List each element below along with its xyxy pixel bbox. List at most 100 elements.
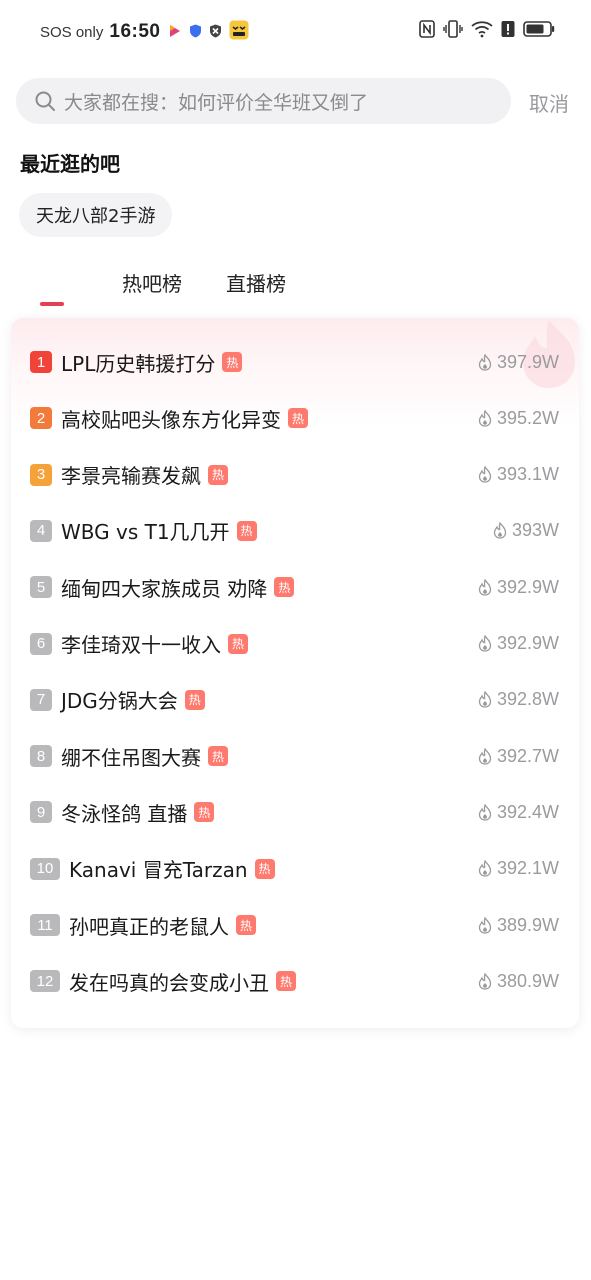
ranking-row[interactable]: 1 LPL历史韩援打分热 397.9W bbox=[11, 334, 579, 390]
blocked-shield-icon bbox=[209, 23, 222, 42]
heat-number: 393.1W bbox=[496, 464, 559, 485]
cancel-button[interactable]: 取消 bbox=[529, 88, 569, 117]
hot-badge: 热 bbox=[228, 633, 248, 654]
rank-title: LPL历史韩援打分 bbox=[61, 351, 216, 376]
rank-number-badge: 12 bbox=[30, 970, 60, 993]
ranking-row[interactable]: 5 缅甸四大家族成员 劝降热 392.9W bbox=[11, 559, 579, 615]
flame-icon bbox=[478, 691, 492, 708]
flame-icon bbox=[478, 353, 492, 371]
video-app-icon bbox=[168, 23, 182, 42]
hot-badge: 热 bbox=[222, 352, 243, 372]
heat-number: 395.2W bbox=[496, 407, 559, 428]
rank-number-badge: 1 bbox=[30, 351, 52, 373]
vibrate-icon bbox=[443, 20, 463, 42]
rank-title: 发在吗真的会变成小丑 bbox=[69, 970, 269, 995]
flame-icon bbox=[478, 409, 492, 427]
ranking-tabs: 热吧榜 直播榜 bbox=[0, 262, 591, 310]
heat-value: 392.8W bbox=[478, 689, 559, 710]
ranking-row[interactable]: 6 李佳琦双十一收入热 392.9W bbox=[11, 616, 579, 672]
rank-number-badge: 9 bbox=[30, 801, 52, 824]
heat-value: 392.4W bbox=[478, 802, 559, 823]
heat-number: 392.4W bbox=[496, 801, 559, 822]
ranking-row[interactable]: 7 JDG分锅大会热 392.8W bbox=[11, 672, 579, 728]
clock: 16:50 bbox=[109, 21, 161, 42]
hot-badge: 热 bbox=[276, 971, 296, 992]
heat-value: 389.9W bbox=[478, 915, 559, 936]
rank-title: 李景亮输赛发飙 bbox=[61, 464, 201, 489]
rank-number-badge: 5 bbox=[30, 576, 52, 599]
rank-title: 绷不住吊图大赛 bbox=[61, 745, 201, 770]
heat-number: 392.1W bbox=[496, 858, 559, 879]
rank-number-badge: 10 bbox=[30, 857, 60, 880]
flame-icon bbox=[478, 635, 492, 652]
tab-indicator bbox=[40, 302, 64, 306]
battery-icon bbox=[523, 20, 555, 42]
flame-icon bbox=[478, 578, 492, 596]
rank-number-badge: 7 bbox=[30, 688, 52, 711]
status-bar: SOS only 16:50 bbox=[0, 0, 591, 66]
ranking-row[interactable]: 12 发在吗真的会变成小丑热 380.9W bbox=[11, 953, 579, 1009]
heat-value: 392.9W bbox=[478, 633, 559, 654]
heat-value: 395.2W bbox=[478, 408, 559, 429]
tab-hot-bars[interactable]: 热吧榜 bbox=[122, 268, 182, 297]
ranking-card: 1 LPL历史韩援打分热 397.9W 2 高校贴吧头像东方化异变热 395.2W 3 李景亮… bbox=[11, 318, 579, 1028]
heat-number: 393W bbox=[511, 520, 559, 541]
rank-number-badge: 11 bbox=[30, 914, 60, 936]
ranking-row[interactable]: 3 李景亮输赛发飙热 393.1W bbox=[11, 447, 579, 503]
flame-icon bbox=[478, 860, 492, 877]
search-row: 大家都在搜：如何评价全华班又倒了 取消 bbox=[16, 78, 576, 124]
rank-title: 高校贴吧头像东方化异变 bbox=[61, 407, 281, 432]
heat-value: 393.1W bbox=[478, 464, 559, 485]
status-right bbox=[419, 20, 555, 42]
flame-icon bbox=[478, 747, 492, 765]
rank-title: 李佳琦双十一收入 bbox=[61, 633, 221, 657]
hot-badge: 热 bbox=[208, 464, 228, 485]
heat-number: 380.9W bbox=[496, 970, 559, 991]
rank-title: WBG vs T1几几开 bbox=[61, 520, 230, 545]
ranking-row[interactable]: 10 Kanavi 冒充Tarzan 热 392.1W bbox=[11, 841, 579, 897]
rank-number-badge: 6 bbox=[30, 632, 52, 655]
heat-value: 397.9W bbox=[478, 352, 559, 373]
flame-icon bbox=[493, 522, 507, 540]
heat-number: 392.7W bbox=[496, 745, 559, 766]
heat-number: 392.9W bbox=[496, 576, 559, 597]
ranking-row[interactable]: 2 高校贴吧头像东方化异变热 395.2W bbox=[11, 390, 579, 446]
rank-number-badge: 3 bbox=[30, 463, 52, 486]
recent-bar-chip[interactable]: 天龙八部2手游 bbox=[19, 193, 173, 237]
rank-title: 缅甸四大家族成员 劝降 bbox=[61, 576, 268, 601]
recent-section-title: 最近逛的吧 bbox=[20, 152, 120, 176]
ranking-row[interactable]: 9 冬泳怪鸽 直播热 392.4W bbox=[11, 784, 579, 840]
hot-badge: 热 bbox=[208, 746, 228, 767]
shield-icon bbox=[189, 23, 202, 42]
rank-title: 孙吧真正的老鼠人 bbox=[69, 914, 229, 939]
tab-live[interactable]: 直播榜 bbox=[226, 268, 286, 297]
notification-icons bbox=[168, 20, 249, 44]
hot-badge: 热 bbox=[236, 520, 257, 541]
hot-badge: 热 bbox=[194, 802, 215, 823]
heat-value: 392.1W bbox=[478, 858, 559, 879]
heat-value: 393W bbox=[493, 520, 559, 541]
heat-value: 380.9W bbox=[478, 971, 559, 992]
app-face-icon bbox=[229, 20, 249, 44]
ranking-row[interactable]: 11 孙吧真正的老鼠人热 389.9W bbox=[11, 897, 579, 953]
rank-title: 冬泳怪鸽 直播 bbox=[61, 801, 188, 826]
ranking-row[interactable]: 4 WBG vs T1几几开热 393W bbox=[11, 503, 579, 559]
flame-icon bbox=[478, 972, 492, 990]
heat-number: 392.9W bbox=[496, 633, 559, 653]
heat-number: 392.8W bbox=[496, 689, 559, 710]
rank-number-badge: 4 bbox=[30, 519, 52, 542]
hot-badge: 热 bbox=[184, 689, 205, 710]
flame-icon bbox=[478, 466, 492, 483]
ranking-row[interactable]: 8 绷不住吊图大赛热 392.7W bbox=[11, 728, 579, 784]
rank-title: JDG分锅大会 bbox=[61, 689, 178, 714]
hot-badge: 热 bbox=[254, 858, 275, 879]
heat-number: 397.9W bbox=[496, 351, 559, 372]
heat-number: 389.9W bbox=[496, 914, 559, 935]
search-input[interactable]: 大家都在搜：如何评价全华班又倒了 bbox=[16, 78, 511, 124]
flame-icon bbox=[478, 803, 492, 821]
flame-icon bbox=[478, 916, 492, 934]
rank-title: Kanavi 冒充Tarzan bbox=[69, 858, 248, 883]
hot-badge: 热 bbox=[236, 915, 256, 935]
nfc-icon bbox=[419, 20, 435, 42]
alert-icon bbox=[501, 20, 515, 42]
